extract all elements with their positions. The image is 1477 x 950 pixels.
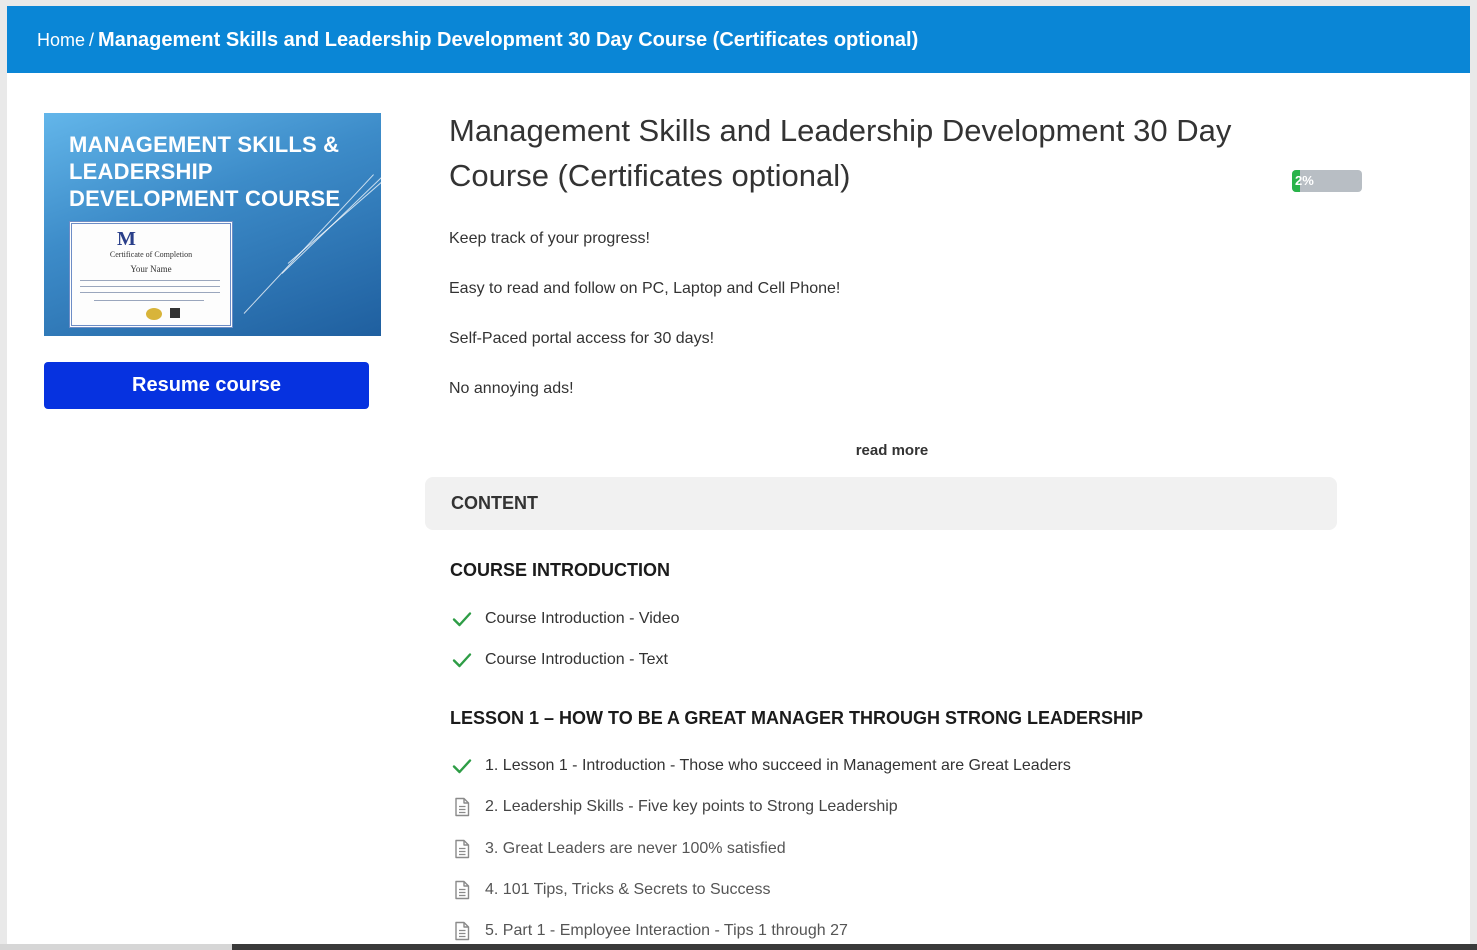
lesson-item-label: 1. Lesson 1 - Introduction - Those who s… xyxy=(485,757,1071,774)
certificate-qr-icon xyxy=(170,308,180,318)
checkmark-icon xyxy=(452,612,472,627)
header-bar: Home / Management Skills and Leadership De… xyxy=(7,6,1470,73)
certificate-preview: M Certificate of Completion Your Name xyxy=(69,221,233,328)
checkmark-icon xyxy=(452,759,472,774)
section-title: COURSE INTRODUCTION xyxy=(450,560,670,580)
course-description: Keep track of your progress! Easy to rea… xyxy=(449,228,1339,434)
checkmark-icon xyxy=(452,653,472,668)
lesson-item-label: 2. Leadership Skills - Five key points t… xyxy=(485,798,898,815)
certificate-line xyxy=(80,280,220,281)
content-header-label: CONTENT xyxy=(451,493,538,513)
section-title: LESSON 1 – HOW TO BE A GREAT MANAGER THR… xyxy=(450,708,1144,728)
progress-label: 2% xyxy=(1295,173,1314,188)
document-icon xyxy=(455,921,470,941)
document-icon xyxy=(455,880,470,900)
thumbnail-title-line: MANAGEMENT SKILLS & xyxy=(69,132,340,157)
lesson-item-label: Course Introduction - Text xyxy=(485,651,668,668)
lesson-item-label: 3. Great Leaders are never 100% satisfie… xyxy=(485,840,786,857)
thumbnail-title-line: DEVELOPMENT COURSE xyxy=(69,186,341,211)
description-fade xyxy=(449,398,1339,434)
thumbnail-title: MANAGEMENT SKILLS & LEADERSHIP DEVELOPME… xyxy=(69,131,349,212)
document-icon xyxy=(455,797,470,817)
page-frame: Home / Management Skills and Leadership De… xyxy=(7,6,1470,944)
certificate-name: Your Name xyxy=(130,264,172,274)
thumbnail-title-line: LEADERSHIP xyxy=(69,159,213,184)
breadcrumb-home-link[interactable]: Home xyxy=(37,30,85,50)
lesson-item-label: 5. Part 1 - Employee Interaction - Tips … xyxy=(485,922,848,939)
description-paragraph: Keep track of your progress! xyxy=(449,230,650,247)
course-title: Management Skills and Leadership Develop… xyxy=(449,113,1232,193)
certificate-logo-icon: M xyxy=(117,228,136,250)
description-paragraph: Self-Paced portal access for 30 days! xyxy=(449,330,715,347)
breadcrumb-separator: / xyxy=(89,30,95,50)
breadcrumb-current: Management Skills and Leadership Develop… xyxy=(98,29,919,51)
course-thumbnail: MANAGEMENT SKILLS & LEADERSHIP DEVELOPME… xyxy=(44,113,381,336)
read-more-link[interactable]: read more xyxy=(827,442,957,459)
certificate-seal-icon xyxy=(146,308,162,320)
document-icon xyxy=(455,839,470,859)
resume-course-button[interactable]: Resume course xyxy=(44,362,369,409)
description-paragraph: Easy to read and follow on PC, Laptop an… xyxy=(449,280,841,297)
lesson-item-label: 4. 101 Tips, Tricks & Secrets to Success xyxy=(485,881,771,898)
description-paragraph: No annoying ads! xyxy=(449,380,574,397)
certificate-line xyxy=(94,300,204,301)
content-header: CONTENT xyxy=(425,477,1337,530)
certificate-line xyxy=(80,292,220,293)
horizontal-scrollbar-thumb[interactable] xyxy=(232,944,1477,950)
certificate-line xyxy=(80,286,220,287)
progress-bar: 2% xyxy=(1292,170,1362,192)
certificate-heading: Certificate of Completion xyxy=(109,250,193,259)
breadcrumb: Home / Management Skills and Leadership De… xyxy=(37,28,918,52)
lesson-item-label: Course Introduction - Video xyxy=(485,610,680,627)
